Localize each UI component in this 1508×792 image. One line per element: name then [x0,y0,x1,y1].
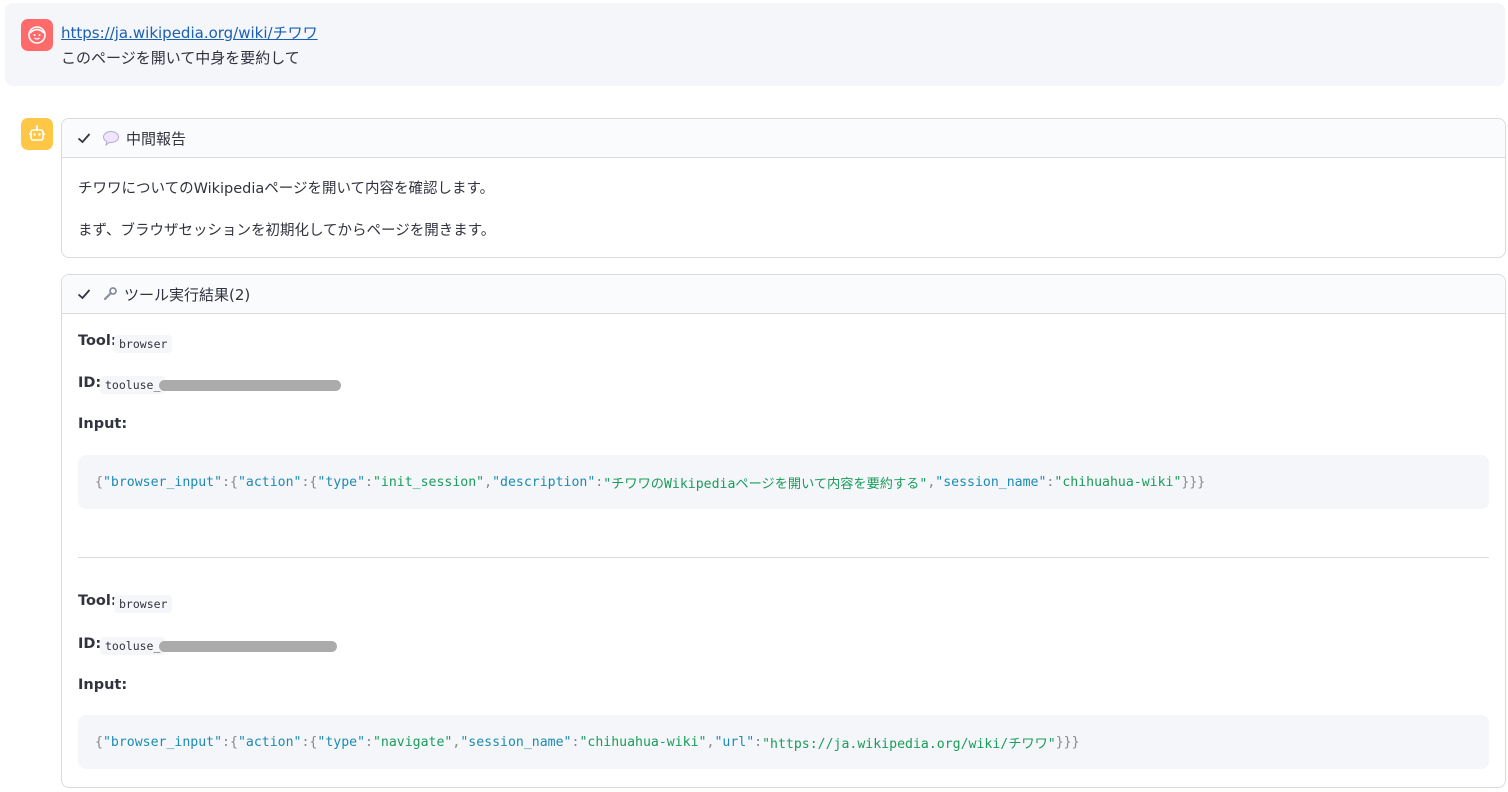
tool-results-title: ツール実行結果(2) [124,285,251,304]
tool-label: Tool: [78,593,117,609]
robot-icon [21,118,53,150]
input-label: Input: [78,677,128,693]
progress-report-expander: 中間報告 チワワについてのWikipediaページを開いて内容を確認します。 ま… [61,118,1506,258]
user-avatar-icon [21,19,53,51]
tool-results-expander: ツール実行結果(2) Tool: browser ID: tooluse_ In… [61,274,1506,788]
tool-name: browser [114,595,173,613]
redacted-id [159,641,337,652]
divider [78,557,1489,558]
progress-report-header[interactable]: 中間報告 [62,119,1505,158]
id-label: ID: [78,375,102,391]
checkmark-icon [76,286,92,302]
tool-name: browser [114,335,173,353]
input-label: Input: [78,416,128,432]
progress-report-title: 中間報告 [126,129,187,148]
tool-id: tooluse_ [100,376,166,394]
redacted-id [159,380,341,391]
user-message: https://ja.wikipedia.org/wiki/チワワ このページを… [5,3,1505,86]
wikipedia-link[interactable]: https://ja.wikipedia.org/wiki/チワワ [61,22,318,43]
tool-input-json: {"browser_input": {"action":{"type": "nav… [78,715,1489,769]
user-prompt-text: このページを開いて中身を要約して [61,49,300,67]
tool-id: tooluse_ [100,637,166,655]
id-label: ID: [78,636,102,652]
speech-bubble-icon [102,130,120,146]
tool-label: Tool: [78,333,117,349]
tool-results-header[interactable]: ツール実行結果(2) [62,275,1505,314]
wrench-icon [102,286,118,302]
report-line: まず、ブラウザセッションを初期化してからページを開きます。 [78,223,496,239]
checkmark-icon [76,130,92,146]
tool-input-json: {"browser_input": {"action":{"type": "ini… [78,455,1489,509]
report-line: チワワについてのWikipediaページを開いて内容を確認します。 [78,181,495,197]
